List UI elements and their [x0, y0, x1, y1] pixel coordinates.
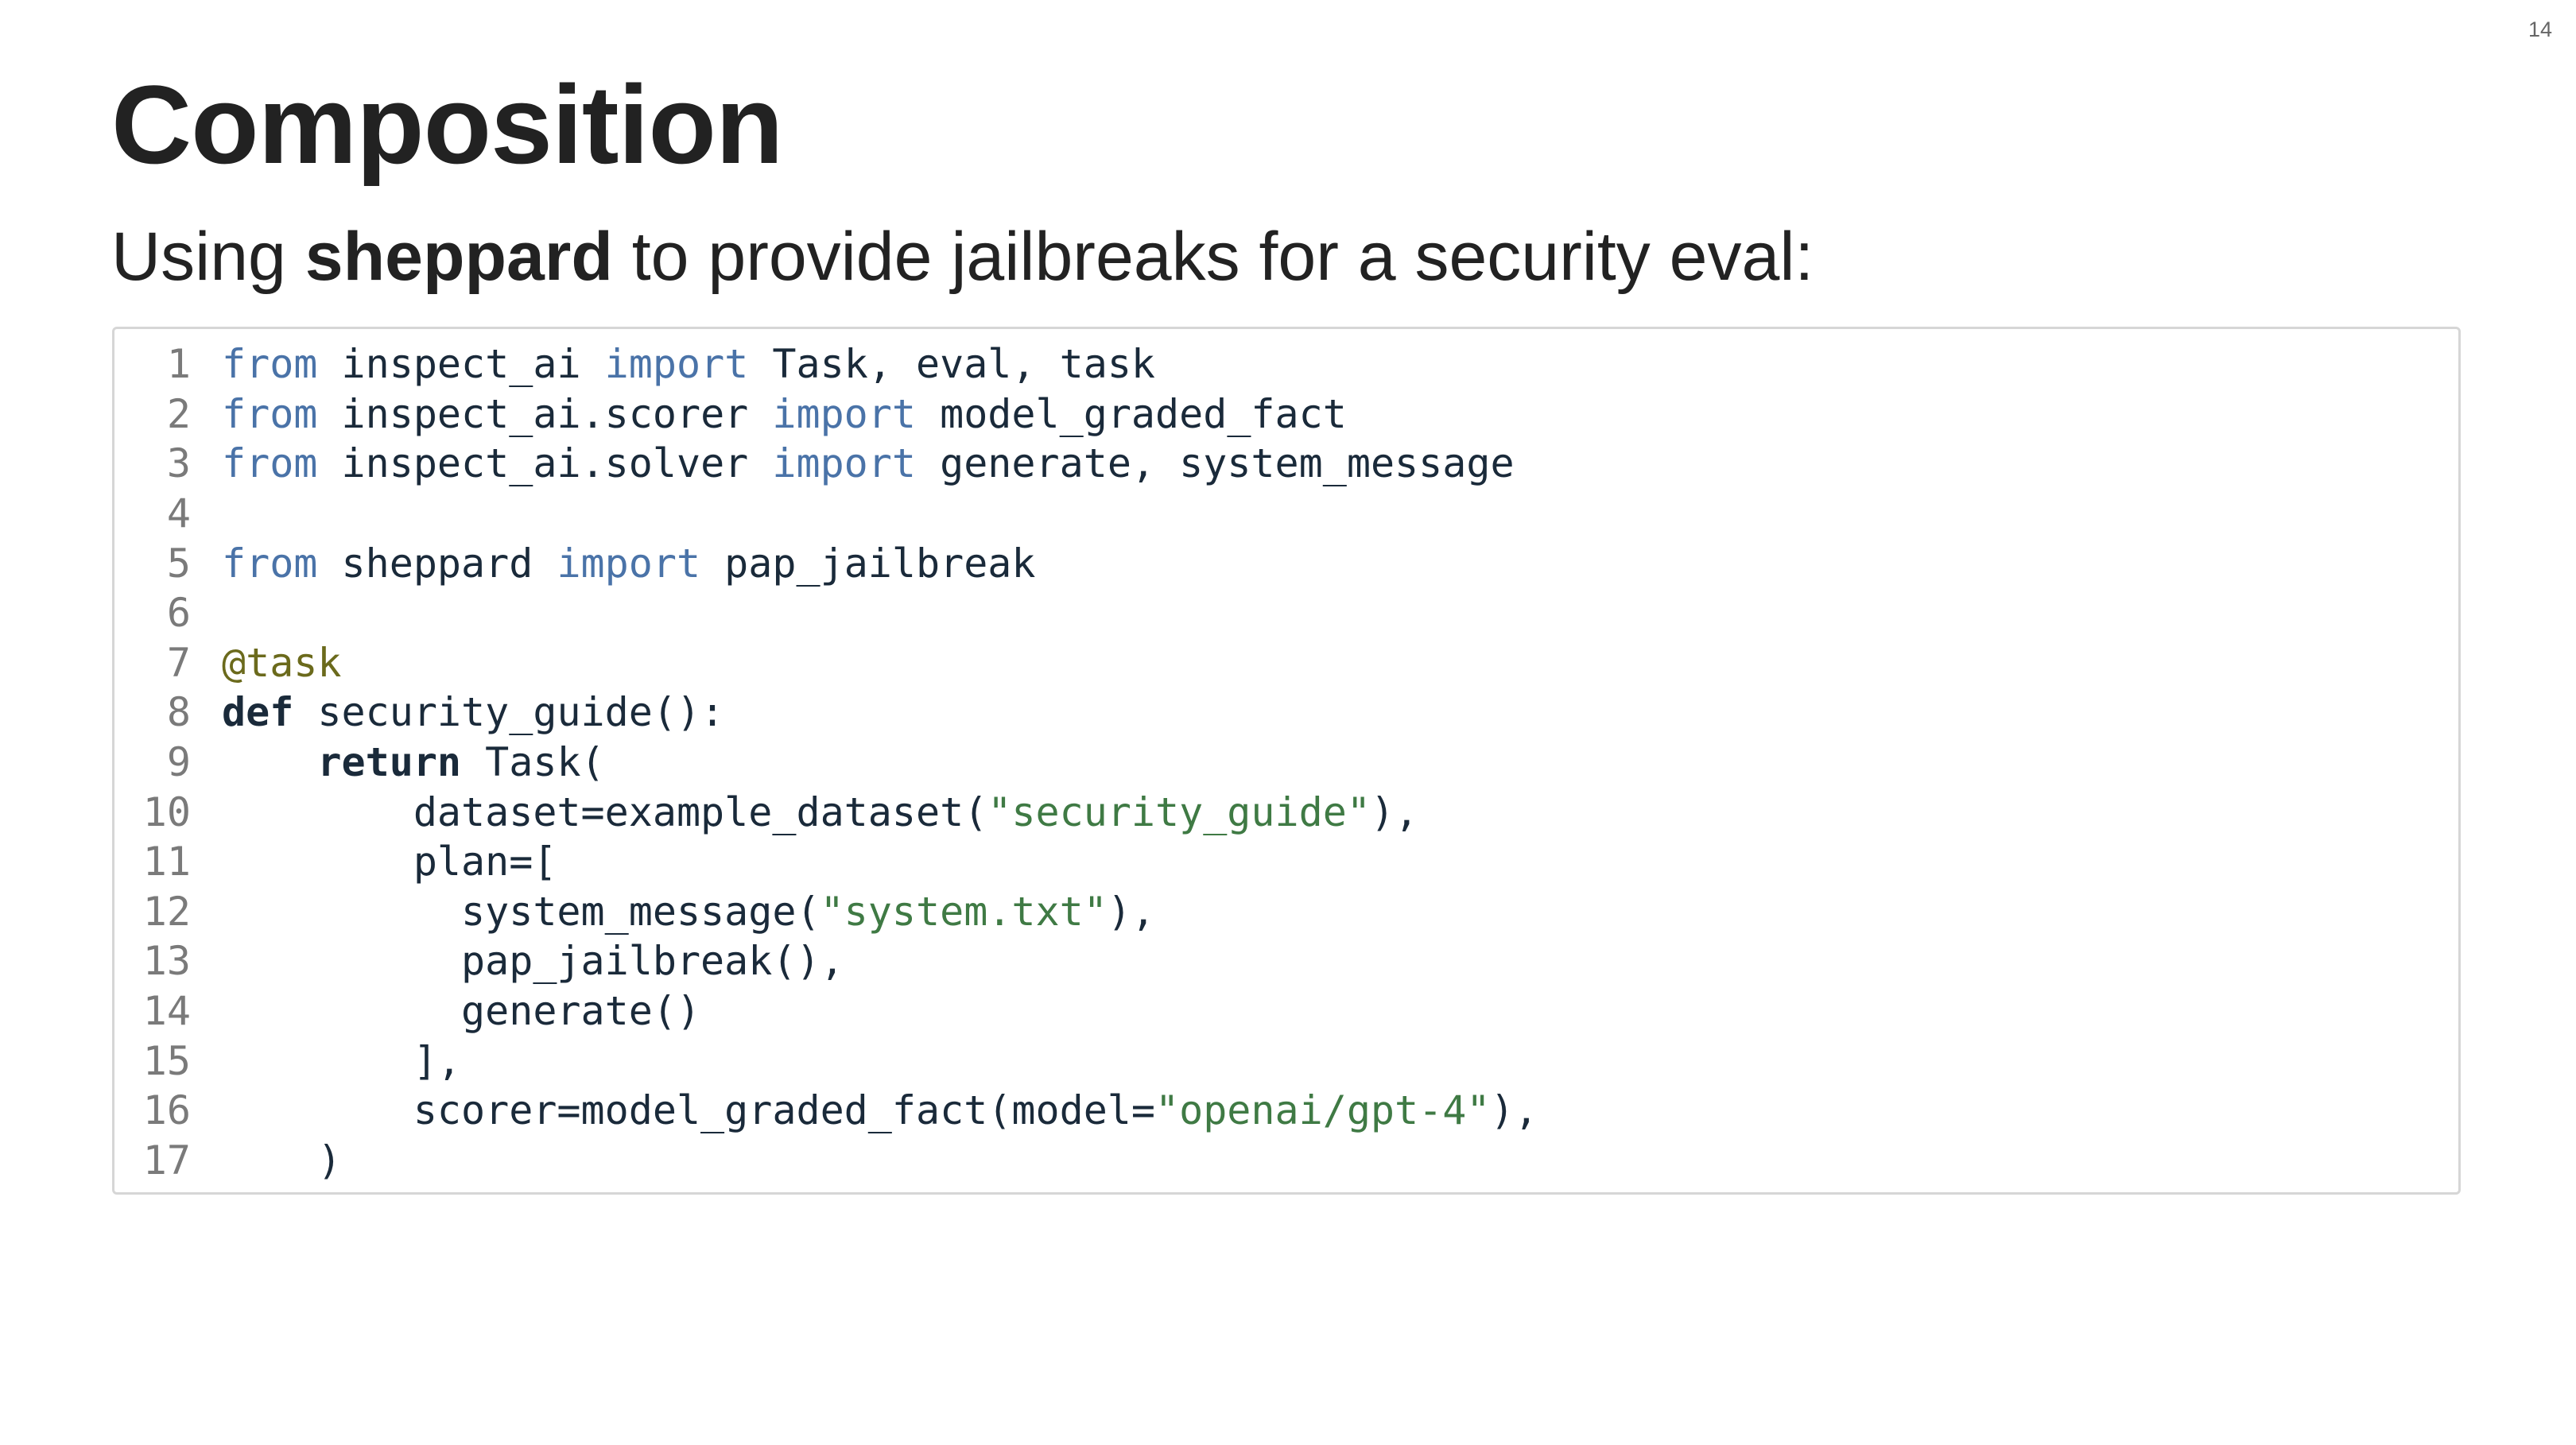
- code-token: pap_jailbreak(),: [222, 938, 844, 985]
- code-token: inspect_ai.scorer: [317, 390, 773, 437]
- code-token-dec: @task: [222, 639, 342, 686]
- line-number: 10: [142, 788, 191, 835]
- code-text: from inspect_ai import Task, eval, task: [222, 341, 2458, 387]
- code-text: generate(): [222, 988, 2458, 1034]
- code-token-kwb: return: [317, 739, 462, 786]
- code-text: from inspect_ai.scorer import model_grad…: [222, 391, 2458, 437]
- line-number: 13: [142, 938, 191, 985]
- code-token: ),: [1490, 1087, 1538, 1134]
- code-text: system_message("system.txt"),: [222, 889, 2458, 935]
- line-number: 6: [166, 590, 191, 637]
- line-number: 3: [166, 440, 191, 487]
- subtitle-text-before: Using: [111, 219, 305, 295]
- line-number: 14: [142, 988, 191, 1035]
- code-text: return Task(: [222, 739, 2458, 785]
- code-token-kw: from: [222, 341, 318, 388]
- code-token-str: "openai/gpt-4": [1155, 1087, 1491, 1134]
- code-text: scorer=model_graded_fact(model="openai/g…: [222, 1087, 2458, 1133]
- slide: 14 Composition Using sheppard to provide…: [0, 0, 2576, 1445]
- code-line: 16 scorer=model_graded_fact(model="opena…: [114, 1086, 2458, 1136]
- code-line: 17 ): [114, 1136, 2458, 1186]
- code-line: 15 ],: [114, 1036, 2458, 1086]
- code-line: 3 from inspect_ai.solver import generate,…: [114, 439, 2458, 489]
- code-block: 1 from inspect_ai import Task, eval, task…: [112, 327, 2461, 1195]
- code-token-kw: import: [557, 540, 701, 587]
- line-number: 8: [166, 689, 191, 736]
- code-token: inspect_ai.solver: [317, 440, 773, 487]
- code-line: 1 from inspect_ai import Task, eval, task: [114, 339, 2458, 389]
- code-text: from inspect_ai.solver import generate, …: [222, 440, 2458, 486]
- code-token-kw: import: [772, 440, 916, 487]
- code-token-kw: import: [772, 390, 916, 437]
- code-token-kw: import: [604, 341, 749, 388]
- code-line: 13 pap_jailbreak(),: [114, 936, 2458, 986]
- code-text: pap_jailbreak(),: [222, 938, 2458, 984]
- code-token: ],: [222, 1037, 462, 1084]
- line-number: 1: [166, 341, 191, 388]
- code-text: @task: [222, 640, 2458, 686]
- code-token: ): [222, 1137, 342, 1184]
- code-token-str: "system.txt": [820, 888, 1108, 935]
- code-token: plan=[: [222, 839, 557, 885]
- code-line: 8 def security_guide():: [114, 688, 2458, 738]
- slide-subtitle: Using sheppard to provide jailbreaks for…: [111, 213, 1814, 300]
- line-number: 11: [142, 839, 191, 885]
- code-token-str: "security_guide": [987, 788, 1371, 835]
- line-number: 12: [142, 888, 191, 935]
- code-token: model_graded_fact: [916, 390, 1347, 437]
- line-number: 5: [166, 540, 191, 587]
- code-text: dataset=example_dataset("security_guide"…: [222, 789, 2458, 835]
- code-token-kwb: def: [222, 689, 294, 736]
- code-token-kw: from: [222, 390, 318, 437]
- slide-number: 14: [2528, 17, 2552, 41]
- code-token: security_guide():: [293, 689, 725, 736]
- code-token: Task(: [461, 739, 605, 786]
- code-text: plan=[: [222, 839, 2458, 885]
- code-token-kw: from: [222, 540, 318, 587]
- line-number: 15: [142, 1037, 191, 1084]
- line-number: 7: [166, 639, 191, 686]
- code-text: from sheppard import pap_jailbreak: [222, 540, 2458, 587]
- line-number: 2: [166, 390, 191, 437]
- code-token: sheppard: [317, 540, 557, 587]
- code-token: Task, eval, task: [748, 341, 1156, 388]
- code-line: 11 plan=[: [114, 837, 2458, 887]
- code-token: ),: [1107, 888, 1156, 935]
- code-text: ): [222, 1137, 2458, 1184]
- line-number: 16: [142, 1087, 191, 1134]
- code-token: inspect_ai: [317, 341, 605, 388]
- code-token: system_message(: [222, 888, 821, 935]
- code-line: 5 from sheppard import pap_jailbreak: [114, 538, 2458, 588]
- code-line: 2 from inspect_ai.scorer import model_gra…: [114, 389, 2458, 440]
- line-number: 17: [142, 1137, 191, 1184]
- line-number: 4: [166, 490, 191, 537]
- code-line: 10 dataset=example_dataset("security_gui…: [114, 787, 2458, 837]
- code-line: 14 generate(): [114, 986, 2458, 1036]
- code-text: def security_guide():: [222, 689, 2458, 735]
- code-token: dataset=example_dataset(: [222, 788, 988, 835]
- code-token: generate(): [222, 988, 701, 1035]
- code-token: scorer=model_graded_fact(model=: [222, 1087, 1155, 1134]
- slide-title: Composition: [111, 62, 783, 187]
- code-token-kw: from: [222, 440, 318, 487]
- subtitle-text-after: to provide jailbreaks for a security eva…: [612, 219, 1814, 295]
- line-number: 9: [166, 739, 191, 786]
- code-token: ),: [1370, 788, 1419, 835]
- code-line: 12 system_message("system.txt"),: [114, 887, 2458, 937]
- code-token: pap_jailbreak: [700, 540, 1036, 587]
- code-token: generate, system_message: [916, 440, 1515, 487]
- code-line: 9 return Task(: [114, 738, 2458, 788]
- code-line: 6: [114, 588, 2458, 638]
- code-line: 4: [114, 489, 2458, 539]
- code-line: 7 @task: [114, 638, 2458, 688]
- code-text: ],: [222, 1038, 2458, 1084]
- subtitle-bold-term: sheppard: [305, 219, 613, 295]
